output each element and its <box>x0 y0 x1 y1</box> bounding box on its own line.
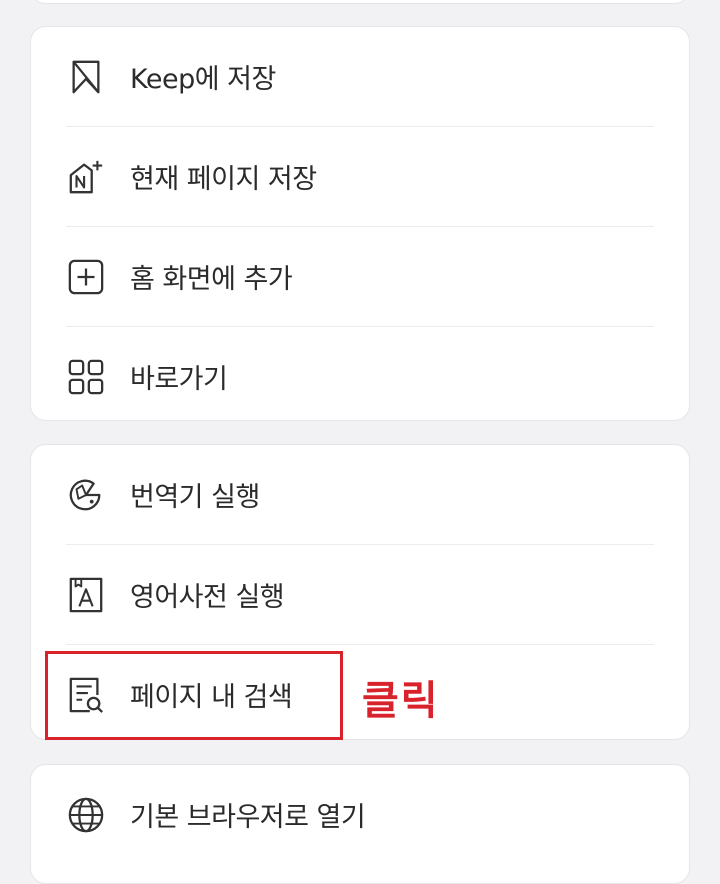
menu-item-label: 기본 브라우저로 열기 <box>130 802 366 833</box>
menu-card-top <box>30 0 690 4</box>
menu-item-add-home-screen[interactable]: 홈 화면에 추가 <box>66 226 654 326</box>
menu-item-shortcut[interactable]: 바로가기 <box>66 326 654 426</box>
menu-card-browser: 기본 브라우저로 열기 <box>30 764 690 884</box>
bookmark-icon <box>66 57 106 97</box>
menu-item-label: 바로가기 <box>130 364 228 395</box>
grid-icon <box>66 357 106 397</box>
click-annotation: 클릭 <box>362 678 440 724</box>
menu-item-label: 번역기 실행 <box>130 482 260 513</box>
menu-item-keep-save[interactable]: Keep에 저장 <box>66 27 654 126</box>
menu-item-save-current-page[interactable]: 현재 페이지 저장 <box>66 126 654 226</box>
translator-icon <box>66 475 106 515</box>
menu-card-save: Keep에 저장 현재 페이지 저장 홈 화면에 추가 바로가기 <box>30 26 690 421</box>
menu-item-translator[interactable]: 번역기 실행 <box>66 445 654 544</box>
menu-item-open-default-browser[interactable]: 기본 브라우저로 열기 <box>66 765 654 864</box>
globe-icon <box>66 795 106 835</box>
menu-item-label: 현재 페이지 저장 <box>130 164 317 195</box>
save-page-icon <box>66 157 106 197</box>
dictionary-icon <box>66 575 106 615</box>
click-highlight-box <box>45 651 343 740</box>
menu-item-english-dictionary[interactable]: 영어사전 실행 <box>66 544 654 644</box>
add-square-icon <box>66 257 106 297</box>
menu-item-label: Keep에 저장 <box>130 64 276 95</box>
menu-item-label: 홈 화면에 추가 <box>130 264 293 295</box>
menu-item-label: 영어사전 실행 <box>130 582 285 613</box>
